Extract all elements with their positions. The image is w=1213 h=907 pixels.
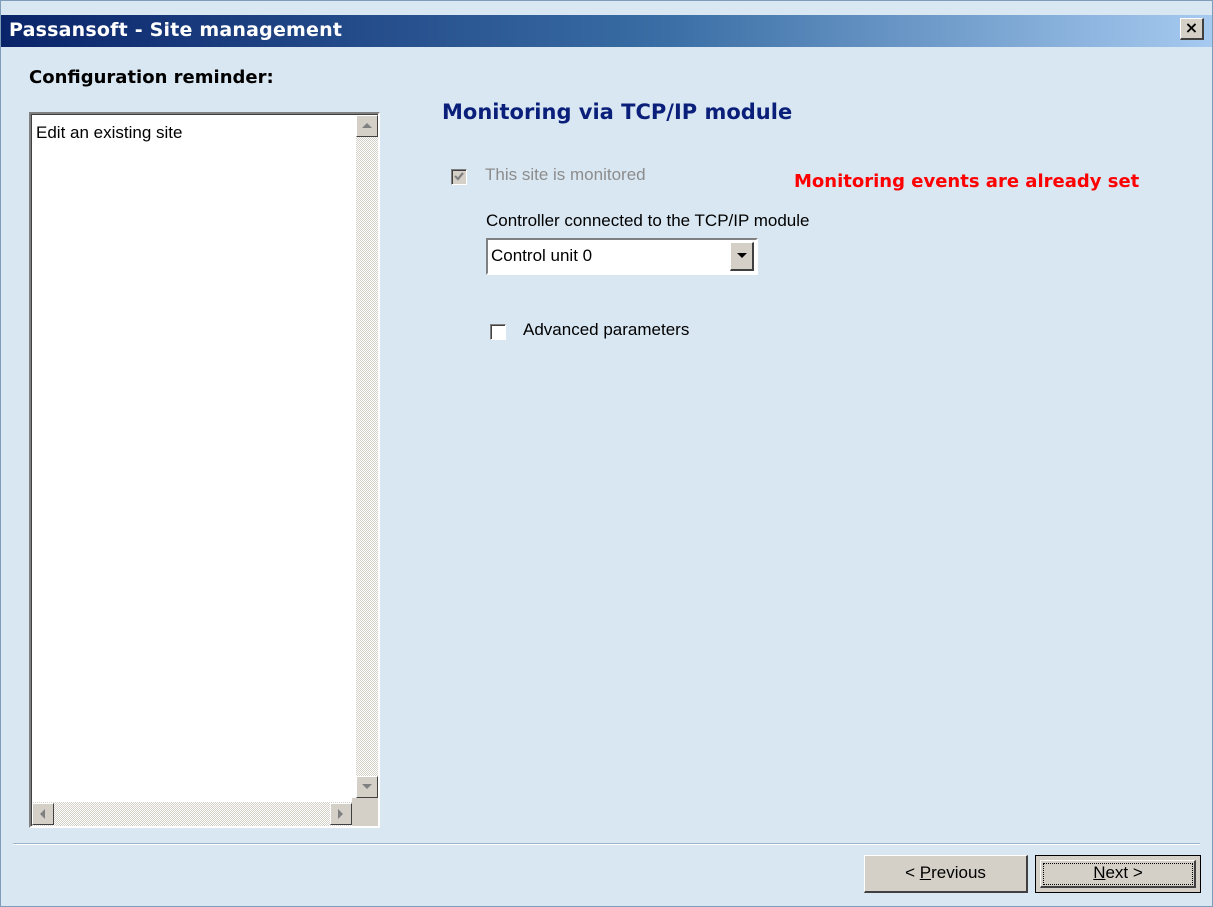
arrow-up-icon <box>362 123 372 128</box>
scroll-up-button[interactable] <box>356 115 378 137</box>
arrow-down-icon <box>362 784 372 789</box>
controller-dropdown-button[interactable] <box>730 242 754 271</box>
next-button-label: Next > <box>1093 863 1143 882</box>
site-monitored-label: This site is monitored <box>485 165 646 184</box>
horizontal-scrollbar[interactable] <box>32 802 352 826</box>
site-monitored-checkbox[interactable] <box>451 169 467 185</box>
controller-select[interactable]: Control unit 0 <box>486 238 758 275</box>
next-button[interactable]: Next > <box>1035 855 1201 893</box>
footer-divider <box>13 843 1200 845</box>
window-title: Passansoft - Site management <box>9 19 343 41</box>
title-bar: Passansoft - Site management × <box>1 15 1212 47</box>
chevron-down-icon <box>736 253 747 258</box>
close-button[interactable]: × <box>1180 18 1204 40</box>
dialog-window: Passansoft - Site management × Configura… <box>0 0 1213 907</box>
scrollbar-corner <box>352 798 378 826</box>
monitoring-warning: Monitoring events are already set <box>794 171 1140 192</box>
config-reminder-label: Configuration reminder: <box>29 67 274 88</box>
vertical-scrollbar[interactable] <box>356 115 378 798</box>
scroll-right-button[interactable] <box>330 803 352 825</box>
arrow-right-icon <box>338 809 343 819</box>
controller-select-value: Control unit 0 <box>491 246 593 265</box>
close-icon: × <box>1184 18 1199 37</box>
config-reminder-list[interactable]: Edit an existing site <box>29 112 380 828</box>
previous-button[interactable]: < Previous <box>864 855 1028 893</box>
section-title: Monitoring via TCP/IP module <box>442 100 793 124</box>
advanced-parameters-label[interactable]: Advanced parameters <box>523 320 689 340</box>
advanced-parameters-checkbox[interactable] <box>490 324 506 340</box>
controller-label: Controller connected to the TCP/IP modul… <box>486 211 810 230</box>
arrow-left-icon <box>40 809 45 819</box>
scroll-left-button[interactable] <box>32 803 54 825</box>
list-item[interactable]: Edit an existing site <box>36 123 182 143</box>
previous-button-label: < Previous <box>905 863 986 882</box>
list-inner: Edit an existing site <box>31 114 378 826</box>
check-icon <box>454 172 464 181</box>
scroll-down-button[interactable] <box>356 776 378 798</box>
